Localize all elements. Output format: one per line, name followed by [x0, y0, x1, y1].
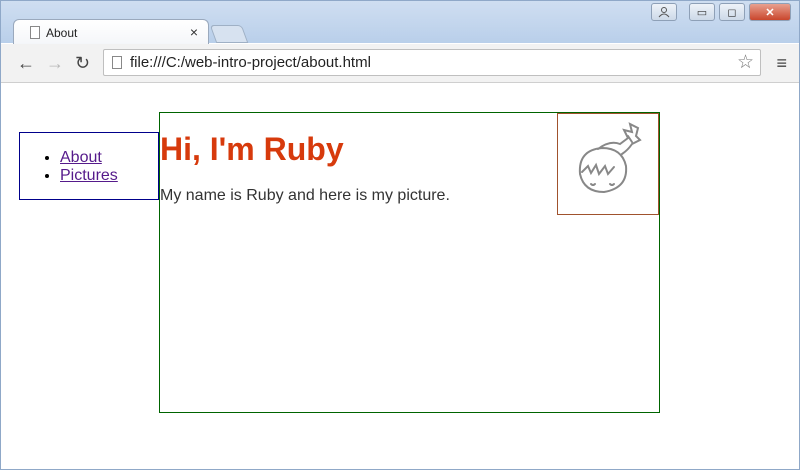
browser-toolbar: ← → ↻ file:///C:/web-intro-project/about… [1, 44, 799, 83]
browser-tab[interactable]: About × [13, 19, 209, 45]
close-button[interactable]: ✕ [749, 3, 791, 21]
profile-picture [557, 113, 659, 215]
user-button[interactable] [651, 3, 677, 21]
tab-title: About [46, 26, 78, 40]
main-content: Hi, I'm Ruby My name is Ruby and here is… [159, 112, 660, 413]
back-icon[interactable]: ← [17, 53, 35, 74]
forward-icon[interactable]: → [46, 53, 64, 74]
intro-paragraph: My name is Ruby and here is my picture. [160, 187, 450, 204]
tab-close-icon[interactable]: × [190, 24, 198, 40]
url-text[interactable]: file:///C:/web-intro-project/about.html [130, 54, 371, 71]
address-bar[interactable]: file:///C:/web-intro-project/about.html … [103, 49, 761, 76]
side-nav: About Pictures [19, 132, 159, 200]
nav-link-pictures[interactable]: Pictures [60, 167, 118, 184]
page-heading: Hi, I'm Ruby [160, 131, 344, 167]
avatar-drawing [578, 122, 642, 194]
nav-link-about[interactable]: About [60, 149, 102, 166]
minimize-button[interactable]: ▭ [689, 3, 715, 21]
reload-icon[interactable]: ↻ [75, 53, 90, 74]
maximize-button[interactable]: ◻ [719, 3, 745, 21]
maximize-icon: ◻ [727, 6, 737, 19]
nav-item: About [60, 149, 118, 167]
page-content: About Pictures Hi, I'm Ruby My name is R… [1, 83, 799, 469]
window-controls: ▭ ◻ ✕ [651, 3, 791, 23]
new-tab-button[interactable] [209, 25, 249, 43]
browser-window: About × ▭ ◻ ✕ ← → ↻ file:///C:/web-intro… [0, 0, 800, 470]
star-icon[interactable]: ☆ [737, 51, 754, 74]
page-icon [112, 56, 122, 69]
nav-list: About Pictures [20, 149, 118, 185]
user-icon [658, 7, 670, 18]
page-icon [30, 26, 40, 39]
close-icon: ✕ [765, 6, 775, 19]
title-bar: About × ▭ ◻ ✕ [1, 1, 799, 45]
hamburger-icon[interactable]: ≡ [776, 53, 787, 74]
minimize-icon: ▭ [696, 6, 708, 19]
nav-item: Pictures [60, 167, 118, 185]
